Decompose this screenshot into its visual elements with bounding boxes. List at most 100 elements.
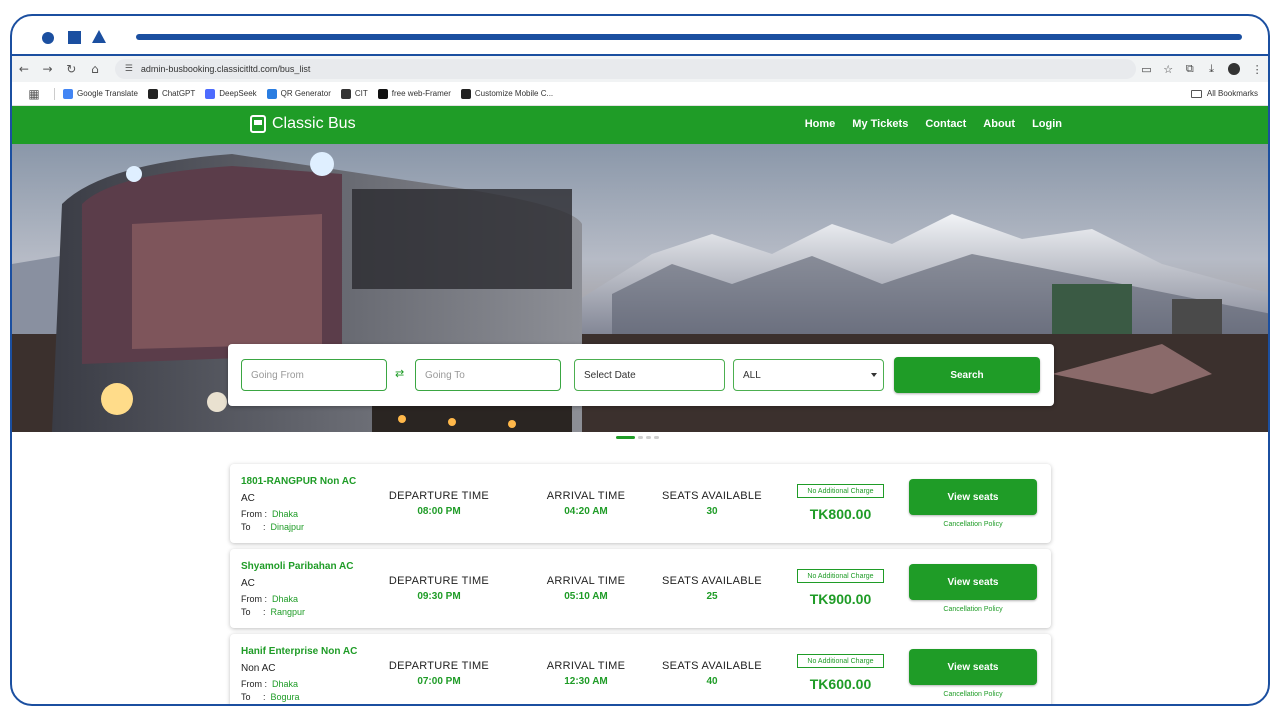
from-label: From	[241, 594, 262, 604]
bookmark-item[interactable]: Google Translate	[63, 88, 138, 99]
nav-about[interactable]: About	[983, 118, 1015, 130]
seats-count: 30	[706, 506, 718, 517]
frame-title-bar	[136, 34, 1242, 40]
cast-icon[interactable]: ▭	[1136, 63, 1158, 76]
to-row: To : Bogura	[241, 692, 300, 702]
charge-badge: No Additional Charge	[797, 484, 884, 498]
to-city: Dinajpur	[270, 522, 305, 532]
carousel-dot[interactable]	[646, 436, 651, 439]
menu-icon[interactable]: ⋮	[1246, 63, 1268, 76]
bookmark-favicon-icon	[63, 88, 73, 99]
cancellation-policy-link[interactable]: Cancellation Policy	[909, 691, 1037, 698]
type-select[interactable]: ALL	[733, 359, 884, 391]
carousel-dot[interactable]	[616, 436, 635, 439]
departure-time: 07:00 PM	[417, 676, 461, 687]
download-icon[interactable]: ⤓	[1201, 62, 1223, 76]
site-info-icon[interactable]: ☰	[125, 64, 133, 74]
bus-icon	[250, 115, 266, 133]
date-input[interactable]: Select Date	[574, 359, 725, 391]
apps-grid-icon[interactable]: ▦	[22, 87, 46, 101]
from-label: From	[241, 679, 262, 689]
departure-time: 08:00 PM	[417, 506, 461, 517]
arrival-time: 12:30 AM	[564, 676, 608, 687]
nav-home[interactable]: Home	[805, 118, 836, 130]
from-city: Dhaka	[272, 594, 299, 604]
arrival-label: ARRIVAL TIME	[546, 660, 626, 672]
extensions-icon[interactable]: ⧉	[1179, 62, 1201, 76]
bookmark-label: DeepSeek	[219, 89, 257, 98]
main-nav: Home My Tickets Contact About Login	[805, 118, 1062, 130]
departure-time: 09:30 PM	[417, 591, 461, 602]
bookmark-favicon-icon	[377, 88, 388, 99]
reload-icon[interactable]: ↻	[59, 62, 83, 76]
ticket-price: TK900.00	[809, 591, 872, 607]
going-to-input[interactable]: Going To	[415, 359, 561, 391]
bookmark-separator	[54, 87, 55, 100]
folder-icon	[1190, 89, 1202, 98]
from-city: Dhaka	[272, 679, 299, 689]
profile-avatar[interactable]	[1228, 63, 1241, 75]
nav-login[interactable]: Login	[1032, 118, 1062, 130]
from-city: Dhaka	[272, 509, 299, 519]
arrival-label: ARRIVAL TIME	[546, 575, 626, 587]
site-header: Classic Bus Home My Tickets Contact Abou…	[12, 106, 1268, 144]
from-label: From	[241, 509, 262, 519]
to-city: Rangpur	[270, 607, 306, 617]
arrival-col: ARRIVAL TIME 05:10 AM	[526, 575, 646, 602]
search-button[interactable]: Search	[894, 357, 1040, 393]
bookmark-item[interactable]: DeepSeek	[205, 88, 257, 99]
bus-type: Non AC	[241, 663, 276, 674]
to-label: To	[241, 692, 251, 702]
bookmark-label: QR Generator	[280, 89, 331, 98]
seats-label: SEATS AVAILABLE	[662, 575, 762, 587]
ticket-price: TK800.00	[809, 506, 872, 522]
seats-col: SEATS AVAILABLE 30	[652, 490, 772, 517]
bus-name: Shyamoli Paribahan AC	[241, 561, 354, 572]
site-logo[interactable]: Classic Bus	[250, 115, 356, 133]
arrival-label: ARRIVAL TIME	[546, 490, 626, 502]
bookmark-item[interactable]: Customize Mobile C...	[460, 88, 553, 99]
bookmark-item[interactable]: free web-Framer	[377, 88, 451, 99]
departure-col: DEPARTURE TIME 07:00 PM	[379, 660, 499, 687]
square-icon	[68, 31, 81, 44]
bookmark-favicon-icon	[340, 88, 351, 99]
charge-badge: No Additional Charge	[797, 654, 884, 668]
bookmark-label: ChatGPT	[161, 89, 196, 98]
bookmark-favicon-icon	[205, 88, 216, 99]
carousel-dot[interactable]	[654, 436, 659, 439]
bookmark-label: Google Translate	[77, 89, 138, 98]
view-seats-button[interactable]: View seats	[909, 564, 1037, 600]
view-seats-button[interactable]: View seats	[909, 649, 1037, 685]
bookmark-favicon-icon	[266, 88, 277, 99]
from-row: From : Dhaka	[241, 594, 299, 604]
back-icon[interactable]: ←	[12, 62, 36, 76]
bookmark-item[interactable]: QR Generator	[266, 88, 331, 99]
going-from-input[interactable]: Going From	[241, 359, 387, 391]
bookmark-item[interactable]: ChatGPT	[147, 88, 196, 99]
home-icon[interactable]: ⌂	[83, 62, 107, 76]
bookmark-item[interactable]: CIT	[340, 88, 368, 99]
departure-col: DEPARTURE TIME 09:30 PM	[379, 575, 499, 602]
cancellation-policy-link[interactable]: Cancellation Policy	[909, 521, 1037, 528]
nav-my-tickets[interactable]: My Tickets	[852, 118, 908, 130]
carousel-dot[interactable]	[638, 436, 643, 439]
brand-name: Classic Bus	[272, 115, 356, 132]
search-panel: Going From ⇄ Going To Select Date ALL Se…	[228, 344, 1054, 406]
seats-col: SEATS AVAILABLE 40	[652, 660, 772, 687]
to-label: To	[241, 607, 251, 617]
address-bar[interactable]: ☰ admin-busbooking.classicitltd.com/bus_…	[114, 59, 1136, 79]
view-seats-button[interactable]: View seats	[909, 479, 1037, 515]
departure-label: DEPARTURE TIME	[388, 575, 490, 587]
all-bookmarks[interactable]: All Bookmarks	[1190, 89, 1258, 98]
forward-icon[interactable]: →	[36, 62, 60, 76]
star-icon[interactable]: ☆	[1157, 63, 1179, 76]
all-bookmarks-label: All Bookmarks	[1206, 89, 1258, 98]
seats-col: SEATS AVAILABLE 25	[652, 575, 772, 602]
bookmark-label: free web-Framer	[391, 89, 451, 98]
cancellation-policy-link[interactable]: Cancellation Policy	[909, 606, 1037, 613]
bus-card: 1801-RANGPUR Non AC AC From : Dhaka To :…	[230, 464, 1051, 543]
bus-name: Hanif Enterprise Non AC	[241, 646, 358, 657]
swap-icon[interactable]: ⇄	[395, 367, 404, 380]
bus-type: AC	[241, 578, 255, 589]
nav-contact[interactable]: Contact	[925, 118, 966, 130]
